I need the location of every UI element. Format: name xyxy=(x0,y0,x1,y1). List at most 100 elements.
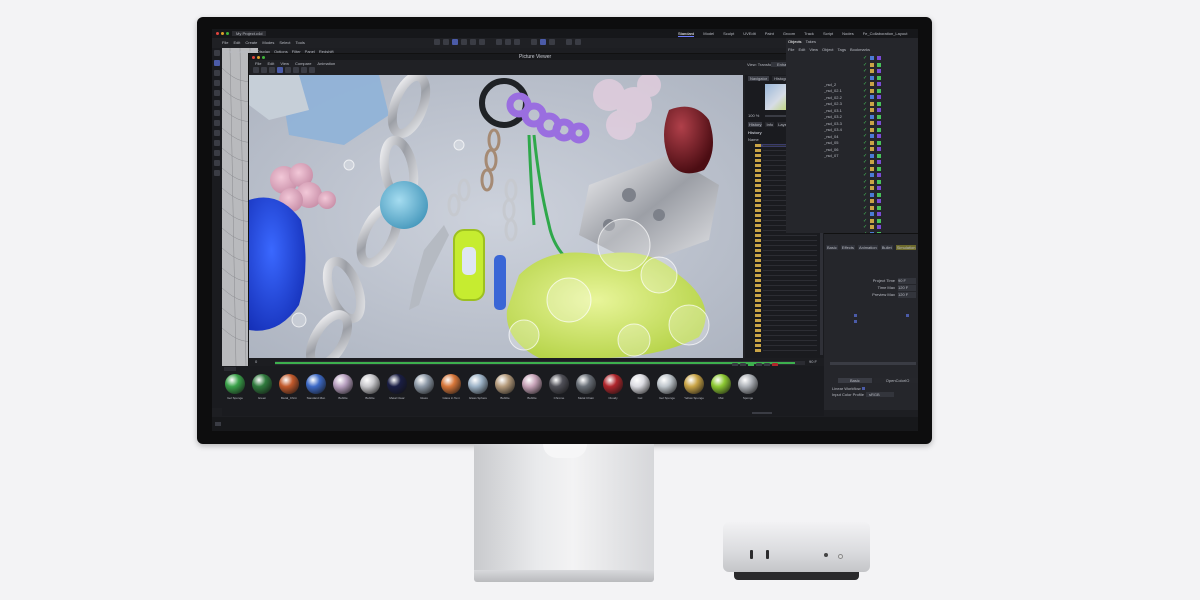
material-swatch[interactable]: Standard Mat. xyxy=(305,374,327,400)
visible-check-icon[interactable]: ✓ xyxy=(863,127,867,133)
history-row[interactable] xyxy=(755,309,817,312)
visible-check-icon[interactable]: ✓ xyxy=(863,172,867,178)
input-color-profile-dropdown[interactable]: sRGB xyxy=(866,392,894,397)
history-row[interactable] xyxy=(755,299,817,302)
visible-check-icon[interactable]: ✓ xyxy=(863,218,867,224)
render-region-icon[interactable] xyxy=(505,39,511,45)
material-swatch[interactable]: Chrome xyxy=(548,374,570,400)
material-swatch[interactable]: Metal Chain xyxy=(575,374,597,400)
object-row[interactable]: ✓ xyxy=(824,55,916,61)
material-swatch[interactable]: Gel Sponge xyxy=(224,374,246,400)
visible-check-icon[interactable]: ✓ xyxy=(863,153,867,159)
material-swatch[interactable]: Bubble xyxy=(521,374,543,400)
compare-a-icon[interactable] xyxy=(285,67,291,73)
object-row[interactable]: ✓ xyxy=(824,224,916,230)
project-sub-tab[interactable]: OpenColorIO xyxy=(873,378,918,383)
viewer-close[interactable] xyxy=(252,55,255,59)
layout-tab[interactable]: Model xyxy=(703,31,714,37)
material-swatch[interactable]: Glass xyxy=(413,374,435,400)
object-row[interactable]: _rsd_2 ✓ xyxy=(824,81,916,87)
history-row[interactable] xyxy=(755,274,817,277)
material-swatch[interactable]: Bubble xyxy=(494,374,516,400)
layout-tab[interactable]: Track xyxy=(804,31,814,37)
history-row[interactable] xyxy=(755,239,817,242)
history-row[interactable] xyxy=(755,289,817,292)
material-swatch[interactable]: Cloudy xyxy=(602,374,624,400)
history-row[interactable] xyxy=(755,349,817,352)
object-row[interactable]: _rsd_02.1 ✓ xyxy=(824,88,916,94)
history-row[interactable] xyxy=(755,334,817,337)
visible-check-icon[interactable]: ✓ xyxy=(863,224,867,230)
history-row[interactable] xyxy=(755,284,817,287)
layout-tab[interactable]: Groom xyxy=(783,31,795,37)
object-row[interactable]: ✓ xyxy=(824,159,916,165)
visible-check-icon[interactable]: ✓ xyxy=(863,55,867,61)
object-row[interactable]: ✓ xyxy=(824,68,916,74)
history-row[interactable] xyxy=(755,234,817,237)
point-icon[interactable] xyxy=(214,110,220,116)
material-swatch[interactable]: Mat xyxy=(710,374,732,400)
light-icon[interactable] xyxy=(575,39,581,45)
magnet-icon[interactable] xyxy=(214,140,220,146)
material-swatch[interactable]: Glass in Text xyxy=(440,374,462,400)
object-row[interactable]: ✓ xyxy=(824,172,916,178)
render-settings-icon[interactable] xyxy=(514,39,520,45)
objects-tab[interactable]: Objects xyxy=(788,39,802,44)
layout-tab[interactable]: Standard xyxy=(678,31,695,37)
checkbox-b[interactable] xyxy=(854,320,857,323)
main-menu-item[interactable]: Select xyxy=(279,40,290,45)
traffic-light-minimize[interactable] xyxy=(221,32,224,35)
material-swatch[interactable]: Bubble xyxy=(359,374,381,400)
objects-menu-item[interactable]: Tags xyxy=(838,47,846,52)
object-row[interactable]: _rsd_03.2 ✓ xyxy=(824,114,916,120)
attributes-tab[interactable]: Simulation xyxy=(895,245,917,250)
history-row[interactable] xyxy=(755,324,817,327)
render-view-icon[interactable] xyxy=(496,39,502,45)
history-row[interactable] xyxy=(755,294,817,297)
select-icon[interactable] xyxy=(214,50,220,56)
attributes-tab[interactable]: Animation xyxy=(857,245,878,250)
object-row[interactable]: ✓ xyxy=(824,75,916,81)
rotate-icon[interactable] xyxy=(470,39,476,45)
rotate-icon[interactable] xyxy=(214,70,220,76)
layout-tab[interactable]: UVEdit xyxy=(743,31,755,37)
timeline-track[interactable] xyxy=(275,361,805,365)
object-row[interactable]: _rsd_02.3 ✓ xyxy=(824,101,916,107)
save-icon[interactable] xyxy=(253,67,259,73)
visible-check-icon[interactable]: ✓ xyxy=(863,88,867,94)
attr-slider[interactable] xyxy=(830,362,916,365)
stop-icon[interactable] xyxy=(269,67,275,73)
move-icon[interactable] xyxy=(452,39,458,45)
history-row[interactable] xyxy=(755,319,817,322)
redo-icon[interactable] xyxy=(443,39,449,45)
object-row[interactable]: ✓ xyxy=(824,198,916,204)
objects-menu-item[interactable]: Bookmarks xyxy=(850,47,870,52)
object-row[interactable]: ✓ xyxy=(824,62,916,68)
snap-icon[interactable] xyxy=(531,39,537,45)
layout-tab[interactable]: Script xyxy=(823,31,833,37)
eyedropper-icon[interactable] xyxy=(214,150,220,156)
objects-menu-item[interactable]: File xyxy=(788,47,794,52)
visible-check-icon[interactable]: ✓ xyxy=(863,205,867,211)
object-row[interactable]: ✓ xyxy=(824,192,916,198)
undo-icon[interactable] xyxy=(434,39,440,45)
material-swatch[interactable]: Sponge xyxy=(737,374,759,400)
object-row[interactable]: _rsd_03.3 ✓ xyxy=(824,120,916,126)
visible-check-icon[interactable]: ✓ xyxy=(863,120,867,126)
history-row[interactable] xyxy=(755,304,817,307)
linear-workflow-checkbox[interactable] xyxy=(862,387,865,390)
scale-icon[interactable] xyxy=(214,80,220,86)
history-row[interactable] xyxy=(755,254,817,257)
visible-check-icon[interactable]: ✓ xyxy=(863,107,867,113)
paint-icon[interactable] xyxy=(214,160,220,166)
object-row[interactable]: ✓ xyxy=(824,218,916,224)
checkbox-c[interactable] xyxy=(906,314,909,317)
visible-check-icon[interactable]: ✓ xyxy=(863,133,867,139)
render-icon[interactable] xyxy=(277,67,283,73)
viewer-menu-item[interactable]: Animation xyxy=(317,61,335,66)
navigator-zoom[interactable]: 100 % xyxy=(748,113,759,118)
object-row[interactable]: _rsd_04 ✓ xyxy=(824,133,916,139)
visible-check-icon[interactable]: ✓ xyxy=(863,114,867,120)
objects-menu-item[interactable]: Edit xyxy=(798,47,805,52)
history-row[interactable] xyxy=(755,264,817,267)
